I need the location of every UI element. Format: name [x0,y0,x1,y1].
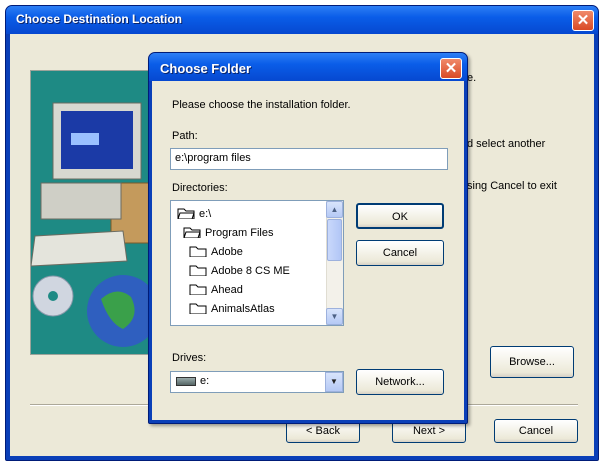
list-item[interactable]: e:\ [177,205,211,223]
directory-name: Ahead [211,284,243,296]
folder-icon [189,245,207,258]
background-text-fragment: d select another [467,138,546,150]
background-text-fragment: sing Cancel to exit [467,180,557,192]
directory-name: Program Files [205,227,274,239]
list-item[interactable]: Ahead [189,281,243,299]
directory-name: AnimalsAtlas [211,303,275,315]
browse-button[interactable]: Browse... [490,346,574,378]
setup-illustration [30,70,156,355]
computer-and-globe-icon [31,71,155,354]
list-item[interactable]: Program Files [183,224,273,242]
instruction-text: Please choose the installation folder. [172,99,351,111]
directory-list[interactable]: e:\ Program Files Adobe Adobe 8 CS ME Ah… [170,200,344,326]
background-text-fragment: e. [467,72,477,84]
close-icon: ✕ [444,60,458,77]
directories-label: Directories: [172,182,228,194]
chevron-up-icon: ▲ [330,205,339,214]
list-item[interactable]: Adobe 8 CS ME [189,262,290,280]
scroll-thumb[interactable] [327,219,342,261]
outer-close-button[interactable]: ✕ [572,10,594,31]
chevron-down-icon: ▼ [330,377,338,386]
directory-name: Adobe 8 CS ME [211,265,290,277]
close-icon: ✕ [576,12,590,29]
drive-icon [176,377,196,386]
cancel-button[interactable]: Cancel [494,419,578,443]
drives-label: Drives: [172,352,207,364]
chevron-down-icon: ▼ [330,312,339,321]
drives-select[interactable] [170,371,344,393]
dialog-title: Choose Folder [160,61,252,76]
ok-button[interactable]: OK [356,203,444,229]
open-folder-icon [177,207,195,220]
directory-name: Adobe [211,246,243,258]
drives-dropdown-button[interactable]: ▼ [325,372,343,392]
scroll-up-button[interactable]: ▲ [326,201,343,218]
open-folder-icon [183,226,201,239]
folder-icon [189,264,207,277]
network-button[interactable]: Network... [356,369,444,395]
list-item[interactable]: Adobe [189,243,243,261]
folder-icon [189,283,207,296]
outer-window-title: Choose Destination Location [16,12,183,26]
path-input[interactable]: e:\program files [170,148,448,170]
directory-name: e:\ [199,208,212,220]
scroll-down-button[interactable]: ▼ [326,308,343,325]
folder-icon [189,302,207,315]
dialog-close-button[interactable]: ✕ [440,58,462,79]
path-label: Path: [172,130,198,142]
list-item[interactable]: AnimalsAtlas [189,300,275,318]
dialog-cancel-button[interactable]: Cancel [356,240,444,266]
drive-value: e: [200,375,210,387]
